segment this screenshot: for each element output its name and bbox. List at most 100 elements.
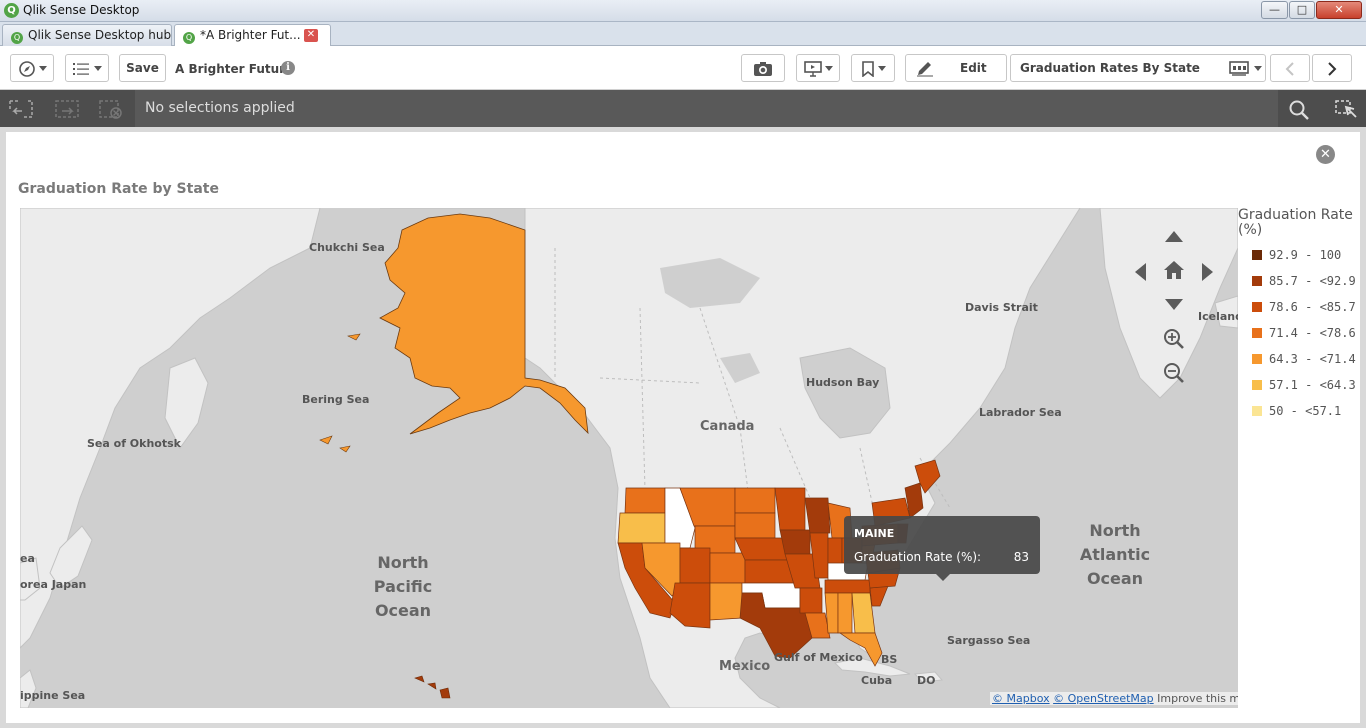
camera-icon: [754, 61, 772, 76]
sheets-icon: [1229, 61, 1249, 76]
chevron-down-icon: [93, 66, 102, 71]
map-viewport[interactable]: Chukchi Sea Bering Sea Sea of Okhotsk No…: [20, 208, 1238, 708]
step-back-icon[interactable]: [8, 99, 34, 119]
label-hudson-bay: Hudson Bay: [806, 376, 880, 389]
story-button[interactable]: [796, 54, 840, 82]
clear-selections-icon[interactable]: [98, 99, 124, 119]
state-washington: [624, 487, 666, 514]
legend-item[interactable]: 50 - <57.1: [1252, 404, 1341, 418]
sheet-selector[interactable]: Graduation Rates By State: [1010, 54, 1266, 82]
snapshot-button[interactable]: [741, 54, 785, 82]
legend-item-label: 50 - <57.1: [1269, 404, 1342, 418]
search-icon[interactable]: [1288, 99, 1310, 121]
app-title: A Brighter Future: [175, 62, 294, 76]
global-menu-button[interactable]: [65, 54, 109, 82]
state-oregon: [617, 512, 666, 544]
label-labrador-sea: Labrador Sea: [979, 406, 1062, 419]
legend-item[interactable]: 85.7 - <92.9: [1252, 274, 1356, 288]
openstreetmap-link[interactable]: © OpenStreetMap: [1053, 692, 1154, 705]
home-icon[interactable]: [1162, 258, 1186, 282]
legend-swatch: [1252, 406, 1262, 416]
label-mexico: Mexico: [719, 659, 771, 674]
zoom-in-icon[interactable]: [1163, 328, 1185, 350]
list-icon: [72, 62, 89, 75]
previous-sheet-button[interactable]: [1270, 54, 1310, 82]
minimize-button[interactable]: —: [1261, 1, 1288, 19]
state-nebraska: [734, 537, 791, 561]
presentation-icon: [803, 60, 822, 77]
tooltip-state-name: MAINE: [854, 527, 895, 540]
legend-item-label: 85.7 - <92.9: [1269, 274, 1356, 288]
window-title: Qlik Sense Desktop: [23, 3, 140, 17]
label-chukchi-sea: Chukchi Sea: [309, 241, 385, 254]
save-button[interactable]: Save: [119, 54, 166, 82]
edit-button-label: Edit: [960, 61, 987, 75]
maximize-button[interactable]: □: [1289, 1, 1315, 19]
tab-app[interactable]: Q *A Brighter Fut... ✕: [174, 24, 331, 47]
state-north-dakota: [734, 487, 776, 514]
legend-swatch: [1252, 250, 1262, 260]
tab-app-label: *A Brighter Fut...: [200, 28, 301, 42]
map-canvas: [20, 208, 1238, 708]
legend-item-label: 64.3 - <71.4: [1269, 352, 1356, 366]
window-close-button[interactable]: ✕: [1316, 1, 1362, 19]
chevron-down-icon: [1254, 66, 1262, 71]
pan-down-icon[interactable]: [1163, 296, 1185, 312]
label-ea: ea: [20, 552, 35, 565]
tab-strip: Q Qlik Sense Desktop hub Q *A Brighter Fut…: [0, 22, 1366, 47]
qlik-tab-icon: Q: [183, 32, 195, 44]
label-north-atlantic-ocean: North Atlantic Ocean: [1079, 521, 1151, 588]
state-south-dakota: [734, 512, 776, 539]
label-iceland: Iceland: [1198, 310, 1238, 323]
compass-icon: [18, 60, 35, 77]
zoom-out-icon[interactable]: [1163, 362, 1185, 384]
selections-bar: No selections applied: [0, 90, 1366, 127]
map-attribution: © Mapbox © OpenStreetMap Improve this ma…: [990, 692, 1238, 705]
legend-item[interactable]: 57.1 - <64.3: [1252, 378, 1356, 392]
qlik-app-icon: Q: [4, 3, 19, 18]
step-forward-icon[interactable]: [54, 99, 80, 119]
qlik-tab-icon: Q: [11, 32, 23, 44]
tab-hub[interactable]: Q Qlik Sense Desktop hub: [2, 24, 172, 46]
label-davis-strait: Davis Strait: [965, 301, 1038, 314]
mapbox-link[interactable]: © Mapbox: [992, 692, 1050, 705]
improve-map-link[interactable]: Improve this map: [1157, 692, 1238, 705]
legend-item[interactable]: 64.3 - <71.4: [1252, 352, 1356, 366]
edit-button[interactable]: Edit: [905, 54, 1007, 82]
close-fullscreen-icon[interactable]: ✕: [1316, 145, 1335, 164]
chart-title: Graduation Rate by State: [18, 181, 219, 197]
legend-item-label: 92.9 - 100: [1269, 248, 1342, 262]
state-colorado: [709, 552, 746, 584]
legend-item[interactable]: 71.4 - <78.6: [1252, 326, 1356, 340]
legend-item-label: 57.1 - <64.3: [1269, 378, 1356, 392]
pan-right-icon[interactable]: [1200, 261, 1216, 283]
navigation-menu-button[interactable]: [10, 54, 54, 82]
bookmarks-button[interactable]: [851, 54, 895, 82]
label-korea-japan: orea Japan: [20, 578, 87, 591]
smart-search-icon[interactable]: [1334, 99, 1360, 121]
next-sheet-button[interactable]: [1312, 54, 1352, 82]
state-new-mexico: [709, 582, 743, 621]
label-bs: BS: [881, 653, 898, 666]
info-icon[interactable]: i: [281, 61, 295, 75]
chevron-right-icon: [1328, 61, 1337, 76]
label-north-pacific-ocean: North Pacific Ocean: [373, 553, 433, 620]
label-bering-sea: Bering Sea: [302, 393, 370, 406]
chevron-down-icon: [877, 66, 886, 71]
selection-search-tools: [1278, 90, 1366, 127]
legend-swatch: [1252, 380, 1262, 390]
label-philippine-sea: ippine Sea: [20, 689, 86, 702]
legend-item[interactable]: 78.6 - <85.7: [1252, 300, 1356, 314]
label-do: DO: [917, 674, 936, 687]
state-arkansas: [799, 587, 823, 614]
state-minnesota: [774, 487, 806, 531]
pan-up-icon[interactable]: [1163, 228, 1185, 244]
tab-close-icon[interactable]: ✕: [304, 29, 318, 42]
legend-item-label: 71.4 - <78.6: [1269, 326, 1356, 340]
map-chart-panel: ✕ Graduation Rate by State Chukchi Sea B…: [6, 132, 1360, 723]
pan-left-icon[interactable]: [1132, 261, 1148, 283]
legend-item[interactable]: 92.9 - 100: [1252, 248, 1341, 262]
land-kamchatka: [164, 357, 209, 449]
state-tooltip: MAINE Graduation Rate (%): 83: [844, 516, 1040, 581]
selection-tools: [0, 90, 135, 127]
